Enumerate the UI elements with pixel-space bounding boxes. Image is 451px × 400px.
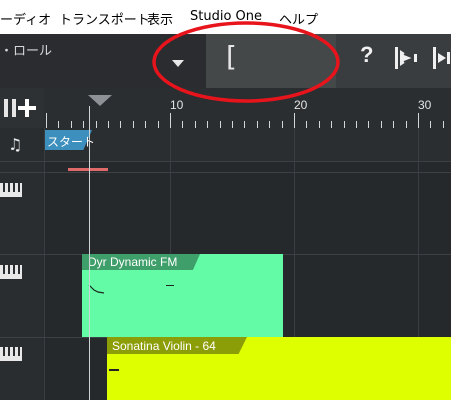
ruler-tick <box>182 121 183 128</box>
track-divider <box>0 161 451 162</box>
ruler-tick <box>195 121 196 128</box>
ruler-tick <box>232 121 233 128</box>
ruler-tick <box>381 121 382 128</box>
ruler-tick <box>244 121 245 128</box>
clip-dynamic-fm-label: Dyr Dynamic FM <box>88 255 178 269</box>
ruler-tick <box>331 121 332 128</box>
ruler-tick <box>430 121 431 128</box>
ruler-major-tick <box>170 113 171 128</box>
snap-icon[interactable] <box>430 44 451 72</box>
ruler-tick <box>96 121 97 128</box>
ruler-tick <box>133 121 134 128</box>
loop-icon[interactable] <box>392 44 420 72</box>
ruler-tick <box>269 121 270 128</box>
menu-audio[interactable]: ーディオ <box>0 9 51 28</box>
ruler-tick <box>306 121 307 128</box>
ruler-tick <box>368 121 369 128</box>
ruler-tick <box>393 121 394 128</box>
view-selector-label: ・ロール <box>0 44 53 59</box>
ruler-tick <box>83 121 84 128</box>
marker-track[interactable] <box>44 128 451 161</box>
ruler-tick <box>356 121 357 128</box>
ruler-tick <box>319 121 320 128</box>
marker-track-header: ♫ <box>0 128 44 161</box>
midi-notes <box>88 284 174 294</box>
track-divider <box>0 172 451 173</box>
ruler-tick <box>207 121 208 128</box>
midi-notes <box>109 369 119 371</box>
clip-sonatina-violin-label: Sonatina Violin - 64 <box>112 339 216 353</box>
ruler-major-tick <box>46 113 47 128</box>
ruler-tick <box>344 121 345 128</box>
start-marker-label: スタート <box>47 135 96 149</box>
playhead-marker-icon[interactable] <box>88 95 112 106</box>
ruler-tick <box>145 121 146 128</box>
ruler-major-tick <box>294 113 295 128</box>
loop-range-indicator[interactable] <box>68 168 108 171</box>
ruler-tick <box>282 121 283 128</box>
ruler-tick <box>71 121 72 128</box>
ruler-tick <box>406 121 407 128</box>
ruler-header <box>0 88 44 128</box>
instrument-track-icon <box>0 347 22 361</box>
annotation-ellipse <box>152 21 340 103</box>
help-button[interactable]: ? <box>360 42 373 68</box>
ruler-tick <box>257 121 258 128</box>
grid-line <box>44 128 45 400</box>
resize-icon[interactable] <box>4 97 18 119</box>
add-track-icon[interactable] <box>17 98 37 118</box>
ruler-tick <box>158 121 159 128</box>
instrument-track-icon <box>0 183 22 197</box>
bar-number-30: 30 <box>418 98 432 112</box>
ruler-tick <box>443 121 444 128</box>
ruler-tick <box>108 121 109 128</box>
menu-transport[interactable]: トランスポート <box>59 9 150 28</box>
ruler-tick <box>120 121 121 128</box>
playhead-line <box>89 106 90 400</box>
ruler-tick <box>58 121 59 128</box>
instrument-track-icon <box>0 265 22 279</box>
ruler-major-tick <box>418 113 419 128</box>
music-note-icon: ♫ <box>8 135 23 154</box>
ruler-tick <box>220 121 221 128</box>
